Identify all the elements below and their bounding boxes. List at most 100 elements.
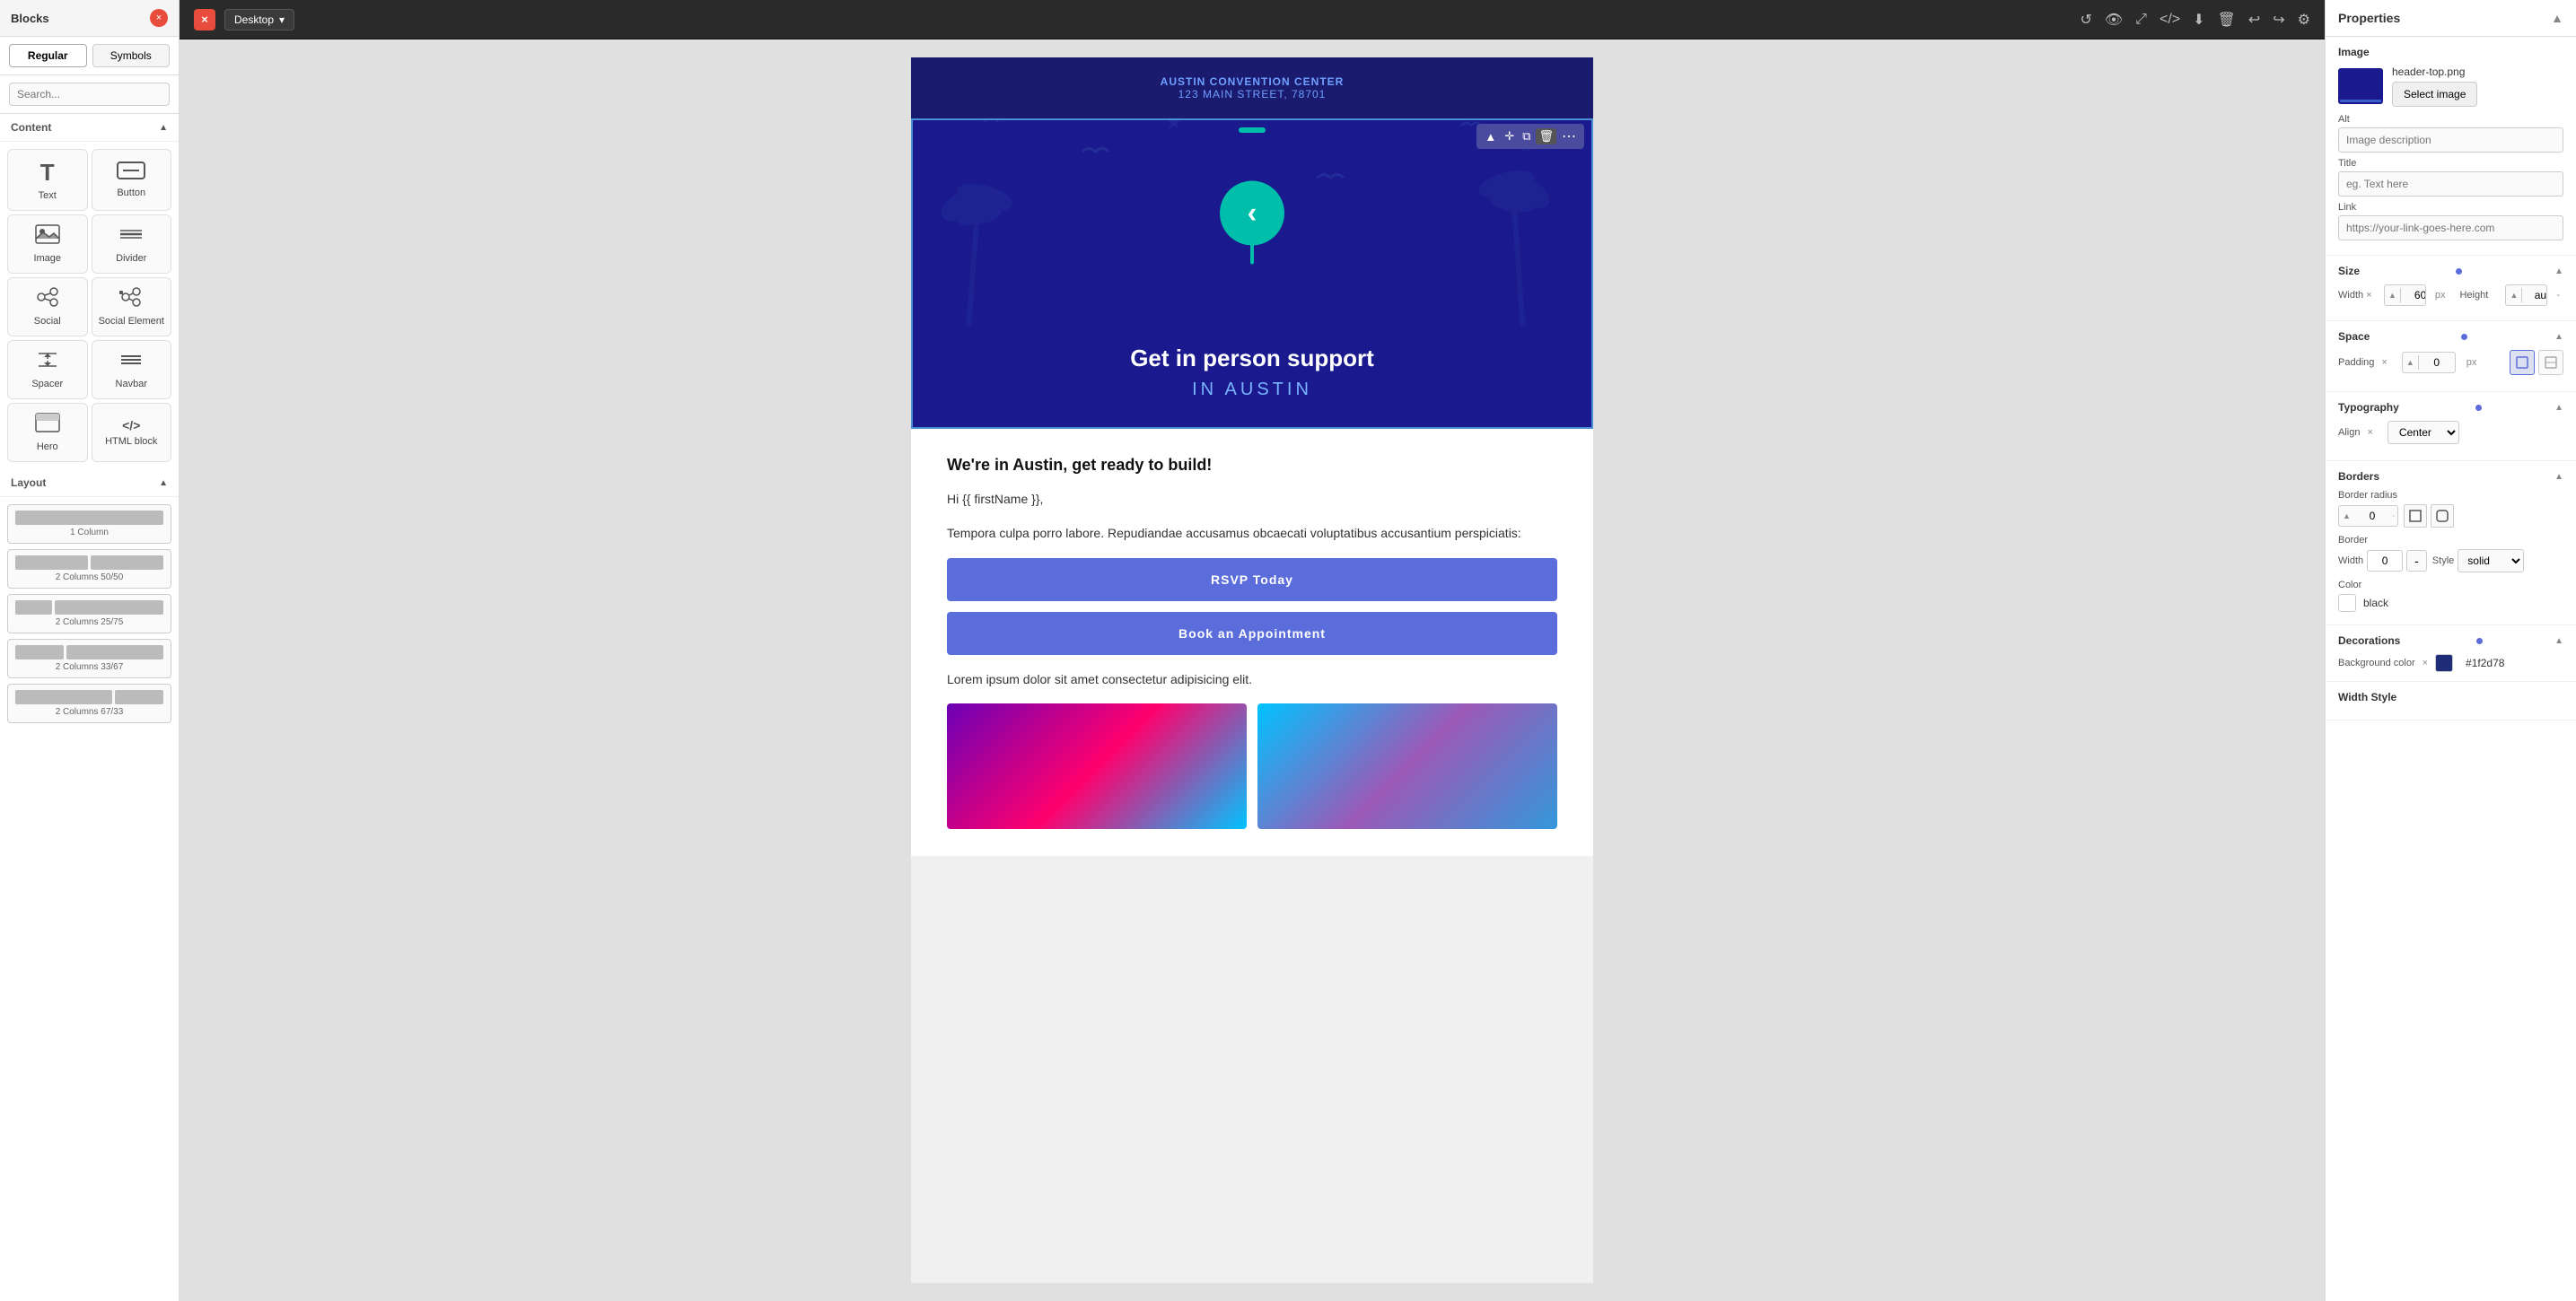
body-title: We're in Austin, get ready to build! [947,456,1557,475]
border-color-row: Color black [2338,580,2563,612]
width-up-arrow[interactable]: ▲ [2385,288,2401,302]
bg-color-close[interactable]: × [2423,658,2428,668]
align-select[interactable]: Center Left Right [2388,421,2459,444]
layout-2col-25[interactable]: 2 Columns 25/75 [7,594,171,633]
link-input[interactable] [2338,215,2563,240]
content-chevron[interactable]: ▲ [159,123,168,133]
block-navbar[interactable]: Navbar [92,340,172,399]
undo-icon[interactable]: ↩ [2248,11,2260,29]
block-social-element[interactable]: Social Element [92,277,172,336]
collapse-button[interactable]: ▲ [2551,11,2563,25]
block-hero[interactable]: Hero [7,403,88,462]
button-icon [117,162,145,184]
width-close[interactable]: × [2366,290,2371,301]
image-toolbar: ▲ ✛ ⧉ 🗑 ⋯ [1476,124,1584,149]
bg-color-swatch[interactable] [2435,654,2453,672]
block-text[interactable]: T Text [7,149,88,211]
align-label: Align [2338,427,2360,438]
blocks-grid: T Text Button Image Divider [0,142,179,469]
border-width-input[interactable] [2367,550,2403,572]
block-navbar-label: Navbar [116,379,147,389]
align-close[interactable]: × [2367,427,2372,438]
appointment-button[interactable]: Book an Appointment [947,612,1557,655]
layout-2col-67[interactable]: 2 Columns 67/33 [7,684,171,723]
padding-top-bottom-button[interactable] [2538,350,2563,375]
color-value: black [2363,597,2388,609]
alt-input[interactable] [2338,127,2563,153]
settings-icon[interactable]: ⚙ [2298,11,2310,29]
image-icon [35,224,60,249]
duplicate-button[interactable]: ⧉ [1520,128,1533,144]
layout-section-header: Layout ▲ [0,469,179,497]
layout-2col-50[interactable]: 2 Columns 50/50 [7,549,171,589]
hero-main-text: Get in person support [949,345,1555,372]
canvas-area[interactable]: AUSTIN CONVENTION CENTER 123 MAIN STREET… [180,39,2325,1301]
padding-input[interactable] [2419,353,2455,372]
borders-chevron[interactable]: ▲ [2554,472,2563,482]
layout-2col-33-label: 2 Columns 33/67 [15,662,163,672]
height-up-arrow[interactable]: ▲ [2506,288,2522,302]
block-social[interactable]: Social [7,277,88,336]
desktop-select[interactable]: Desktop ▾ [224,9,294,31]
block-divider[interactable]: Divider [92,214,172,274]
title-input[interactable] [2338,171,2563,196]
block-image[interactable]: Image [7,214,88,274]
hero-icon [35,413,60,438]
border-width-decrease[interactable]: - [2406,550,2427,572]
width-label: Width × [2338,290,2379,301]
code-icon[interactable]: </> [2160,12,2180,28]
height-dash: - [2553,290,2563,301]
color-swatch[interactable] [2338,594,2356,612]
redo-icon[interactable]: ↪ [2273,11,2284,29]
preview-icon[interactable]: 👁 [2105,11,2123,29]
hero-image-block[interactable]: ▲ ✛ ⧉ 🗑 ⋯ [911,118,1593,429]
typography-chevron[interactable]: ▲ [2554,403,2563,413]
border-round-button[interactable] [2431,504,2454,528]
border-square-button[interactable] [2404,504,2427,528]
layout-2col-33[interactable]: 2 Columns 33/67 [7,639,171,678]
padding-input-group: ▲ [2402,352,2456,373]
padding-all-button[interactable] [2510,350,2535,375]
layout-chevron[interactable]: ▲ [159,478,168,488]
text-icon: T [40,159,55,187]
block-button[interactable]: Button [92,149,172,211]
panel-close-button[interactable]: × [150,9,168,27]
tab-symbols[interactable]: Symbols [92,44,171,67]
decorations-chevron[interactable]: ▲ [2554,636,2563,646]
rsvp-button[interactable]: RSVP Today [947,558,1557,601]
size-chevron[interactable]: ▲ [2554,266,2563,276]
block-social-element-label: Social Element [99,316,164,327]
block-hero-label: Hero [37,441,58,452]
refresh-icon[interactable]: ↺ [2080,11,2091,29]
width-style-label: Width Style [2338,691,2396,703]
close-button[interactable]: × [194,9,215,31]
image-section: Image header-top.png Select image Alt Ti… [2326,37,2576,256]
body-greeting: Hi {{ firstName }}, [947,489,1557,509]
more-options-button[interactable]: ⋯ [1559,127,1579,146]
radius-up-arrow[interactable]: ▲ [2339,509,2354,523]
width-input[interactable] [2401,285,2426,305]
border-radius-row: Border radius ▲ - [2338,490,2563,528]
padding-close[interactable]: × [2381,357,2387,368]
top-bar-icons: ↺ 👁 ⤢ </> ⬇ 🗑 ↩ ↪ ⚙ [2080,11,2310,29]
block-html[interactable]: </> HTML block [92,403,172,462]
block-spacer[interactable]: Spacer [7,340,88,399]
border-style-select[interactable]: solid dashed dotted [2458,549,2524,572]
resize-icon[interactable]: ⤢ [2135,12,2147,28]
tab-regular[interactable]: Regular [9,44,87,67]
delete-block-button[interactable]: 🗑 [1536,128,1556,144]
move-button[interactable]: ✛ [1502,128,1517,144]
bg-color-row: Background color × #1f2d78 [2338,654,2563,672]
move-up-button[interactable]: ▲ [1482,129,1499,144]
download-icon[interactable]: ⬇ [2193,11,2204,29]
desktop-label: Desktop [234,13,274,26]
select-image-button[interactable]: Select image [2392,82,2477,107]
delete-icon[interactable]: 🗑 [2218,11,2236,29]
radius-input[interactable] [2354,506,2390,526]
padding-up-arrow[interactable]: ▲ [2403,355,2419,370]
space-chevron[interactable]: ▲ [2554,332,2563,342]
height-input[interactable] [2522,285,2547,305]
search-input[interactable] [9,83,170,106]
width-style-section: Width Style [2326,682,2576,720]
layout-1col[interactable]: 1 Column [7,504,171,544]
